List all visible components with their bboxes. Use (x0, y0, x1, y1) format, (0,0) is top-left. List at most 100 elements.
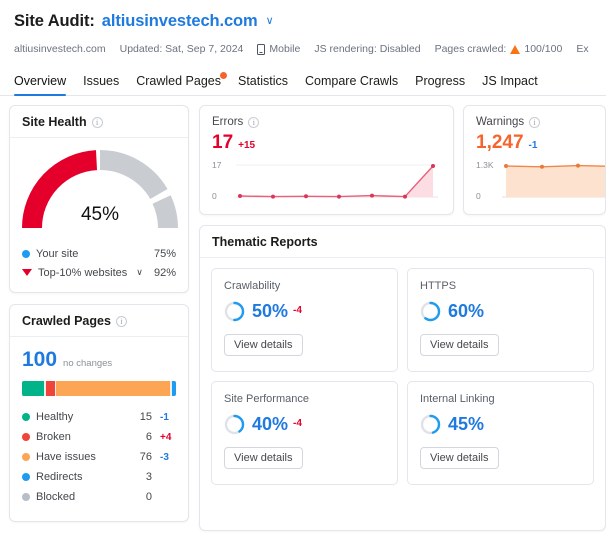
info-icon[interactable]: i (91, 116, 103, 128)
chevron-down-icon[interactable]: ∨ (266, 15, 274, 27)
tab-statistics[interactable]: Statistics (238, 74, 288, 95)
info-icon[interactable]: i (115, 315, 127, 327)
dot-icon (22, 453, 30, 461)
thematic-card-title: Internal Linking (420, 393, 495, 405)
thematic-card-value-row: 60% (420, 301, 581, 322)
meta-pages-crawled: Pages crawled: 100/100 (435, 43, 563, 55)
thematic-card-percent: 50% (252, 301, 289, 321)
warning-triangle-icon (510, 44, 521, 54)
tab-label: Statistics (238, 74, 289, 88)
project-domain-link[interactable]: altiusinvestech.com (102, 12, 258, 31)
crawled-pages-legend-row[interactable]: Healthy 15 -1 (22, 407, 176, 427)
thematic-reports-grid: Crawlability 50% -4 View details HTTPS 60% Vie… (200, 258, 605, 496)
site-health-card: Site Health i 45% Your site 75% Top-10% we… (9, 105, 189, 293)
warnings-value: 1,247 (476, 132, 524, 153)
mobile-icon (257, 43, 266, 55)
tab-notification-dot-icon (220, 72, 227, 79)
thematic-card-title: Crawlability (224, 280, 281, 292)
tab-issues[interactable]: Issues (83, 74, 119, 95)
legend-count: 6 (145, 431, 152, 443)
thematic-reports-title: Thematic Reports (212, 235, 318, 249)
legend-label-wrap: Broken (22, 431, 126, 443)
legend-label-wrap: Redirects (22, 471, 126, 483)
site-health-legend: Your site 75% Top-10% websites ∨ 92% (22, 244, 176, 282)
site-health-body: 45% Your site 75% Top-10% websites ∨ 92% (10, 138, 188, 292)
tab-overview[interactable]: Overview (14, 74, 67, 96)
right-column: Errors i 17 +15 17 0 Warnings i 1,247 -1… (199, 105, 606, 531)
errors-card: Errors i 17 +15 17 0 (199, 105, 454, 215)
errors-ytick-top: 17 (212, 160, 222, 170)
crawled-pages-legend-row[interactable]: Redirects 3 (22, 467, 176, 487)
thematic-card-percent: 60% (448, 301, 485, 321)
legend-value: 75% (153, 247, 176, 260)
tab-label: JS Impact (482, 74, 538, 88)
warnings-title: Warnings (476, 116, 525, 128)
thematic-card-site-performance[interactable]: Site Performance 40% -4 View details (211, 381, 398, 485)
legend-label-wrap: Healthy (22, 411, 126, 423)
site-health-gauge: 45% (22, 150, 178, 232)
tab-label: Overview (14, 74, 67, 88)
tab-compare-crawls[interactable]: Compare Crawls (305, 74, 398, 95)
errors-chart-svg (236, 164, 438, 199)
errors-delta: +15 (238, 140, 256, 151)
thematic-card-delta: -4 (293, 305, 302, 316)
legend-count: 0 (145, 491, 152, 503)
legend-value: 92% (153, 266, 176, 279)
chevron-down-icon[interactable]: ∨ (136, 267, 143, 278)
view-details-button[interactable]: View details (224, 334, 303, 356)
crawled-pages-legend-row[interactable]: Have issues 76 -3 (22, 447, 176, 467)
tab-js-impact[interactable]: JS Impact (482, 74, 538, 95)
page-title: Site Audit: altiusinvestech.com ∨ (14, 8, 592, 34)
view-details-button[interactable]: View details (224, 447, 303, 469)
view-details-button[interactable]: View details (420, 447, 499, 469)
info-icon[interactable]: i (529, 116, 541, 128)
crawled-pages-stacked-bar (22, 381, 176, 396)
tab-progress[interactable]: Progress (415, 74, 465, 95)
thematic-card-crawlability[interactable]: Crawlability 50% -4 View details (211, 268, 398, 372)
dot-icon (22, 473, 30, 481)
thematic-card-value-row: 50% -4 (224, 301, 385, 322)
crawled-pages-card: Crawled Pages i 100 no changes Healthy 15… (9, 304, 189, 522)
thematic-reports-header: Thematic Reports (200, 226, 605, 258)
warnings-chart-svg (502, 163, 605, 198)
legend-label: Redirects (36, 471, 83, 483)
meta-updated: Updated: Sat, Sep 7, 2024 (119, 43, 244, 55)
thematic-card-title: HTTPS (420, 280, 457, 292)
warnings-value-row: 1,247 -1 (476, 132, 593, 154)
thematic-card-https[interactable]: HTTPS 60% View details (407, 268, 594, 372)
thematic-card-value-row: 45% (420, 414, 581, 435)
crawled-pages-legend-row[interactable]: Blocked 0 (22, 487, 176, 507)
legend-label-wrap: Blocked (22, 491, 126, 503)
legend-label: Blocked (36, 491, 76, 503)
crawled-pages-legend-row[interactable]: Broken 6 +4 (22, 427, 176, 447)
legend-label: Have issues (36, 451, 96, 463)
view-details-button[interactable]: View details (420, 334, 499, 356)
thematic-reports-card: Thematic Reports Crawlability 50% -4 View d… (199, 225, 606, 531)
project-meta-bar: altiusinvestech.com Updated: Sat, Sep 7,… (14, 41, 592, 57)
meta-device: Mobile (257, 43, 300, 55)
site-health-header: Site Health i (10, 106, 188, 138)
crawled-pages-total-row: 100 no changes (22, 348, 176, 372)
site-health-legend-row: Your site 75% (22, 244, 176, 263)
export-button[interactable]: Ex (576, 43, 588, 55)
tab-label: Compare Crawls (305, 74, 399, 88)
dot-icon (22, 249, 30, 258)
main-tabs: Overview Issues Crawled Pages Statistics Com… (0, 66, 606, 96)
legend-label-wrap: Your site (22, 248, 154, 260)
info-icon[interactable]: i (248, 116, 260, 128)
site-health-legend-row: Top-10% websites ∨ 92% (22, 263, 176, 282)
crawled-pages-total: 100 (22, 348, 58, 371)
progress-ring-icon (224, 301, 245, 322)
dot-icon (22, 413, 30, 421)
legend-delta: +4 (160, 431, 172, 443)
warnings-sparkline: 1.3K 0 (476, 160, 605, 206)
thematic-card-internal-linking[interactable]: Internal Linking 45% View details (407, 381, 594, 485)
stats-row: Errors i 17 +15 17 0 Warnings i 1,247 -1… (199, 105, 606, 215)
crawled-pages-header: Crawled Pages i (10, 305, 188, 337)
legend-label-wrap: Top-10% websites ∨ (22, 267, 154, 279)
errors-ytick-bottom: 0 (212, 191, 217, 201)
errors-header: Errors i (212, 116, 441, 128)
tab-crawled-pages[interactable]: Crawled Pages (136, 72, 227, 95)
warnings-card: Warnings i 1,247 -1 1.3K 0 (463, 105, 606, 215)
legend-label: Healthy (36, 411, 74, 423)
